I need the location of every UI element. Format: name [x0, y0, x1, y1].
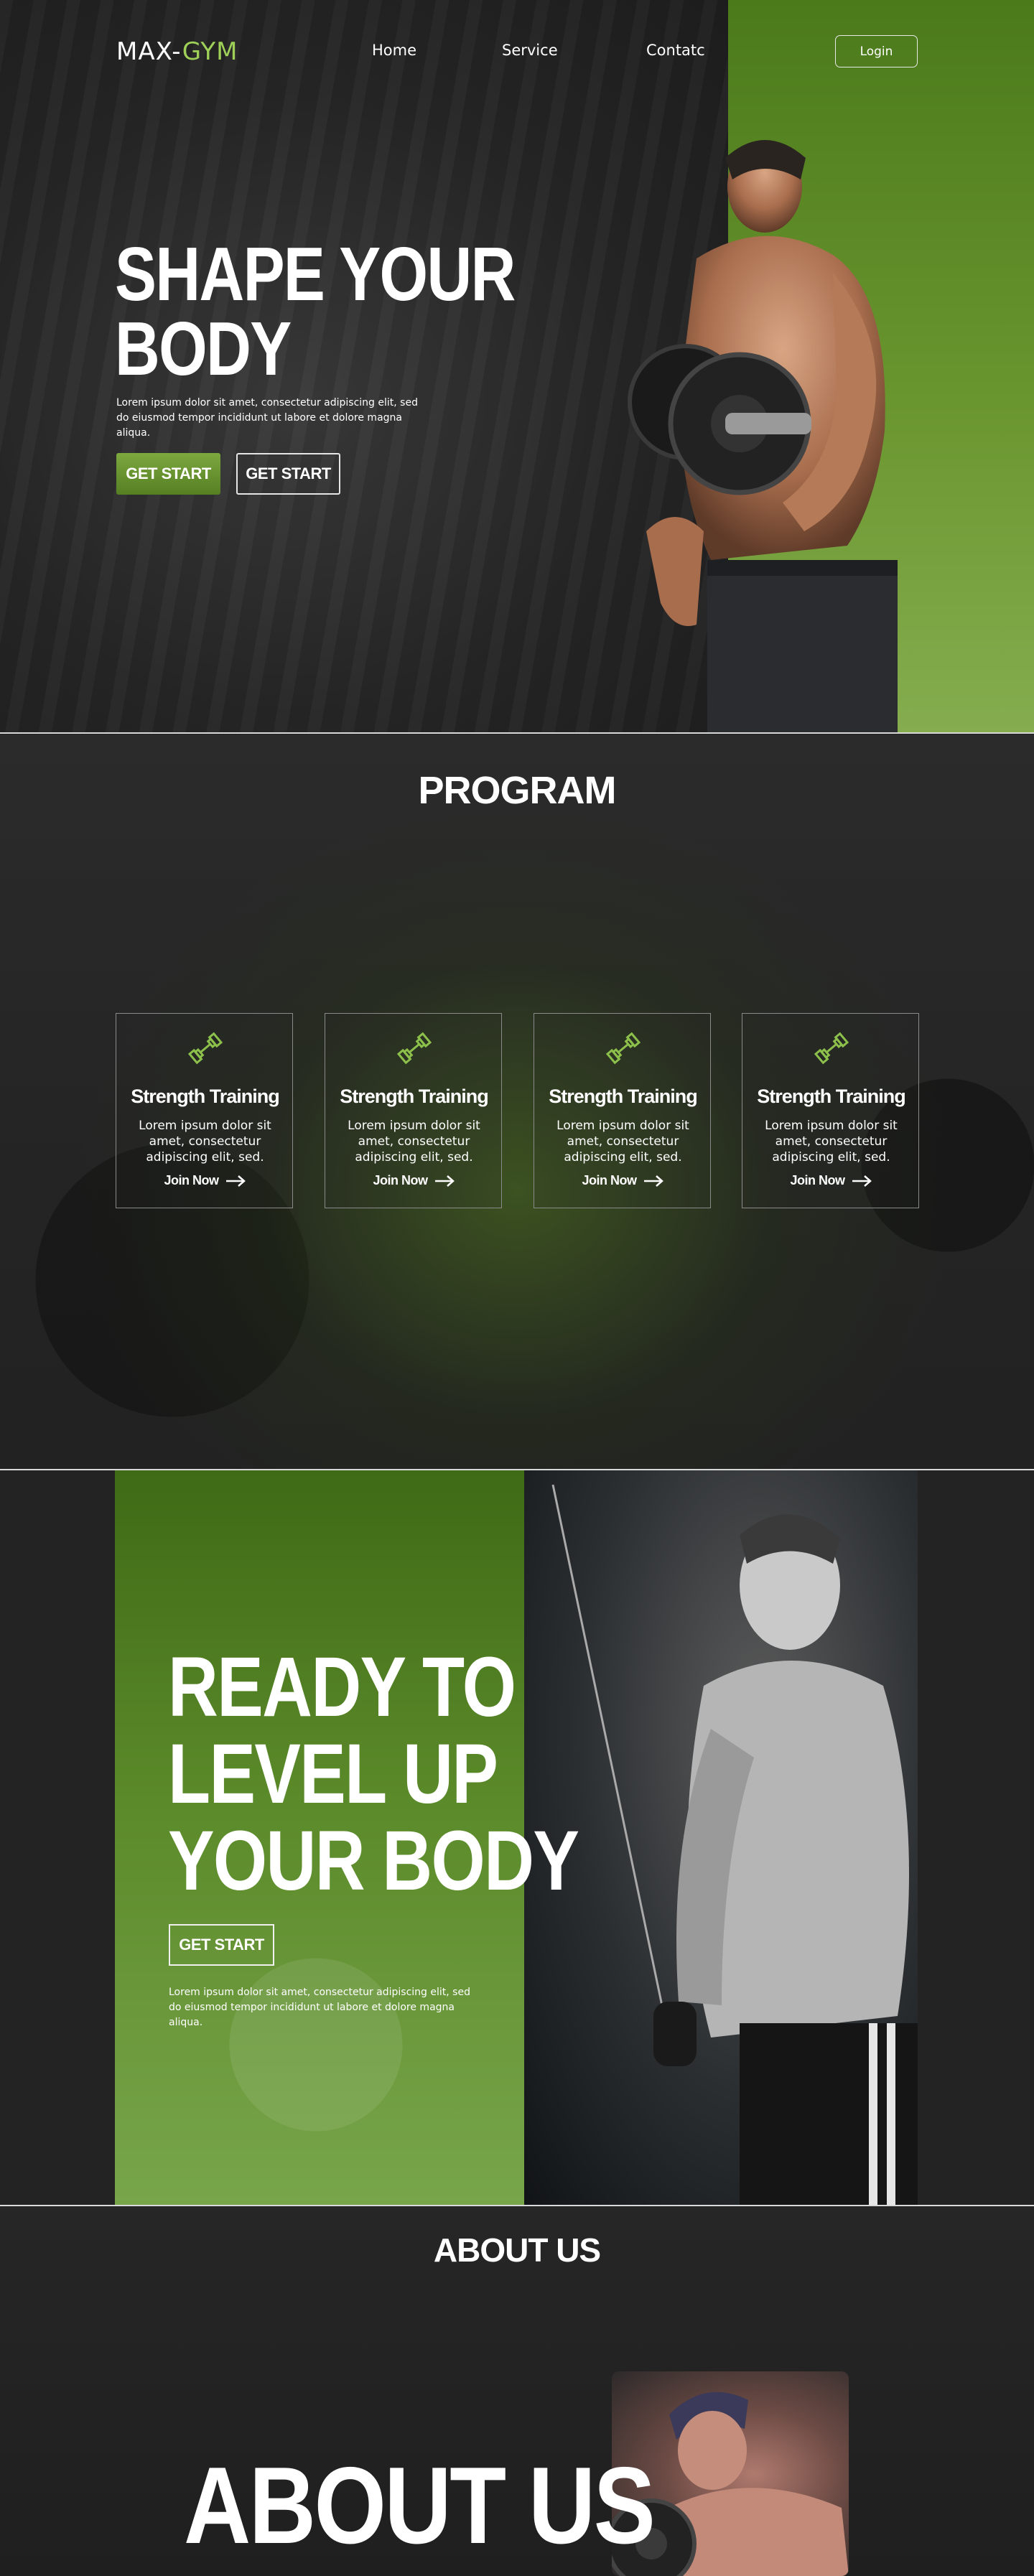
join-now-label: Join Now: [582, 1173, 638, 1187]
card-title: Strength Training: [757, 1086, 906, 1107]
join-now-link[interactable]: Join Now: [534, 1173, 712, 1188]
dumbbell-icon: [396, 1032, 432, 1065]
join-now-label: Join Now: [373, 1173, 429, 1187]
program-card: Strength Training Lorem ipsum dolor sit …: [116, 1013, 293, 1208]
ready-title-line-2: LEVEL UP: [168, 1727, 498, 1821]
ready-athlete-image: [524, 1470, 918, 2205]
arrow-right-icon: [225, 1175, 246, 1187]
logo-main-text: MAX-: [116, 37, 182, 66]
about-large-heading: ABOUT US: [184, 2445, 656, 2567]
program-card: Strength Training Lorem ipsum dolor sit …: [534, 1013, 711, 1208]
hero-get-start-secondary-button[interactable]: GET START: [236, 453, 340, 495]
ready-get-start-button[interactable]: GET START: [169, 1924, 274, 1966]
hero-title-line-1: SHAPE YOUR: [115, 232, 516, 317]
card-description: Lorem ipsum dolor sit amet, consectetur …: [348, 1119, 480, 1165]
card-title: Strength Training: [340, 1086, 489, 1107]
join-now-link[interactable]: Join Now: [325, 1173, 503, 1188]
cable-athlete-illustration: [551, 1484, 918, 2205]
join-now-label: Join Now: [164, 1173, 220, 1187]
hero-section: MAX-GYM Home Service Contatc Login SHAPE…: [0, 0, 1034, 732]
card-description: Lorem ipsum dolor sit amet, consectetur …: [556, 1119, 689, 1165]
top-navigation: MAX-GYM Home Service Contatc Login: [0, 0, 1034, 101]
arrow-right-icon: [434, 1175, 455, 1187]
site-logo[interactable]: MAX-GYM: [116, 37, 238, 66]
program-title: PROGRAM: [418, 769, 617, 812]
hero-description: Lorem ipsum dolor sit amet, consectetur …: [116, 397, 418, 439]
card-description: Lorem ipsum dolor sit amet, consectetur …: [765, 1119, 898, 1165]
arrow-right-icon: [852, 1175, 872, 1187]
hero-athlete-image: [628, 140, 898, 732]
section-divider: [0, 732, 1034, 734]
dumbbell-icon: [187, 1032, 223, 1065]
card-title: Strength Training: [549, 1086, 698, 1107]
ready-title-line-3: YOUR BODY: [168, 1814, 579, 1908]
card-description: Lorem ipsum dolor sit amet, consectetur …: [139, 1119, 271, 1165]
ready-description: Lorem ipsum dolor sit amet, consectetur …: [169, 1987, 470, 2028]
logo-accent-text: GYM: [182, 37, 238, 66]
login-button[interactable]: Login: [835, 35, 918, 67]
ready-title: READY TO LEVEL UP YOUR BODY: [168, 1644, 579, 1908]
nav-link-home[interactable]: Home: [372, 42, 416, 59]
program-card: Strength Training Lorem ipsum dolor sit …: [742, 1013, 919, 1208]
hero-title-line-2: BODY: [115, 307, 292, 391]
join-now-label: Join Now: [790, 1173, 846, 1187]
dumbbell-icon: [605, 1032, 641, 1065]
nav-link-service[interactable]: Service: [502, 42, 558, 59]
join-now-link[interactable]: Join Now: [742, 1173, 920, 1188]
arrow-right-icon: [643, 1175, 663, 1187]
about-title: ABOUT US: [433, 2231, 601, 2269]
program-card: Strength Training Lorem ipsum dolor sit …: [325, 1013, 502, 1208]
hero-title: SHAPE YOUR BODY: [115, 236, 516, 387]
ready-title-line-1: READY TO: [168, 1640, 516, 1735]
hero-get-start-primary-button[interactable]: GET START: [116, 453, 220, 495]
dumbbell-icon: [814, 1032, 849, 1065]
join-now-link[interactable]: Join Now: [116, 1173, 294, 1188]
nav-link-contact[interactable]: Contatc: [646, 42, 705, 59]
card-title: Strength Training: [131, 1086, 280, 1107]
